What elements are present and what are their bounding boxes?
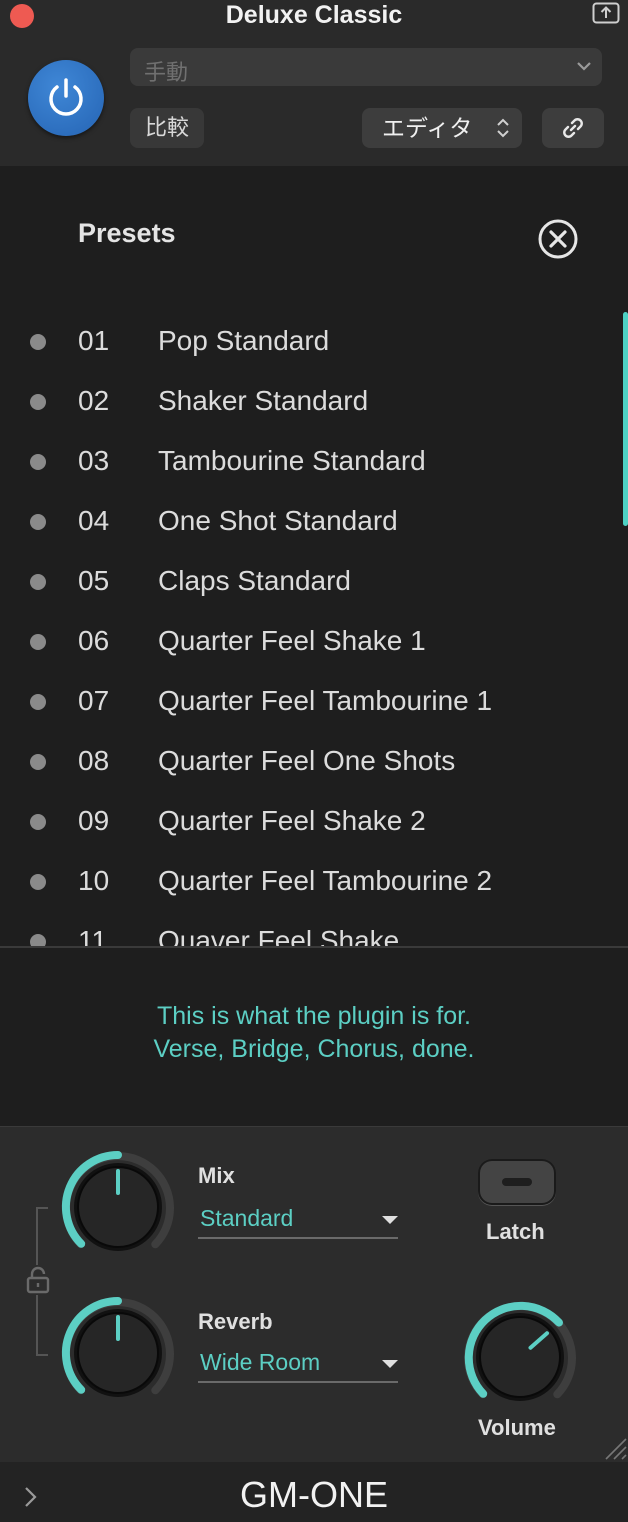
preset-name: One Shot Standard: [158, 505, 398, 536]
preset-dot: [30, 874, 46, 890]
preset-name: Claps Standard: [158, 565, 352, 596]
preset-number: 02: [78, 385, 110, 416]
view-selector-value: エディタ: [382, 115, 473, 141]
up-down-chevron-icon: [497, 118, 509, 138]
dropdown-triangle-icon: [382, 1216, 398, 1224]
link-icon: [563, 118, 583, 138]
preset-item[interactable]: 04 One Shot Standard: [0, 492, 628, 552]
preset-item[interactable]: 03 Tambourine Standard: [0, 432, 628, 492]
preset-dot: [30, 454, 46, 470]
presets-panel: Presets 01 Pop Standard 02 Shaker Standa…: [0, 166, 628, 946]
lock-icon[interactable]: [24, 1265, 52, 1295]
preset-dot: [30, 814, 46, 830]
preset-number: 01: [78, 325, 110, 356]
preset-name: Quarter Feel Tambourine 2: [158, 865, 493, 896]
mix-dropdown[interactable]: Standard: [198, 1201, 398, 1239]
preset-number: 03: [78, 445, 110, 476]
plugin-header: Deluxe Classic 手動 比較 エディタ: [0, 0, 628, 166]
preset-item[interactable]: 02 Shaker Standard: [0, 372, 628, 432]
plugin-description: This is what the plugin is for. Verse, B…: [0, 1000, 628, 1066]
power-button[interactable]: [28, 60, 104, 136]
preset-name: Quarter Feel Shake 1: [158, 625, 426, 656]
link-button[interactable]: [542, 108, 604, 148]
compare-button[interactable]: 比較: [130, 108, 204, 148]
window-title: Deluxe Classic: [225, 1, 403, 29]
preset-dot: [30, 394, 46, 410]
preset-name: Pop Standard: [158, 325, 330, 356]
plugin-footer: GM-ONE: [0, 1462, 628, 1522]
controls-panel: Mix Standard Reverb Wide Room Latch Volu…: [0, 1126, 628, 1463]
preset-dot: [30, 334, 46, 350]
latch-button[interactable]: [478, 1159, 556, 1205]
preset-dot: [30, 574, 46, 590]
preset-dot: [30, 634, 46, 650]
dropdown-triangle-icon: [382, 1360, 398, 1368]
preset-name: Quarter Feel Tambourine 1: [158, 685, 493, 716]
preset-name: Tambourine Standard: [158, 445, 426, 476]
mix-knob[interactable]: [56, 1145, 180, 1269]
preset-item[interactable]: 11 Quaver Feel Shake: [0, 912, 628, 946]
description-line-1: This is what the plugin is for.: [156, 1002, 472, 1030]
preset-selector-value: 手動: [144, 60, 189, 85]
preset-item[interactable]: 06 Quarter Feel Shake 1: [0, 612, 628, 672]
preset-number: 05: [78, 565, 110, 596]
preset-dot: [30, 934, 46, 946]
power-icon: [49, 78, 83, 116]
resize-grip-icon[interactable]: [604, 1431, 628, 1461]
preset-dot: [30, 514, 46, 530]
preset-item[interactable]: 08 Quarter Feel One Shots: [0, 732, 628, 792]
preset-number: 09: [78, 805, 110, 836]
description-line-2: Verse, Bridge, Chorus, done.: [153, 1035, 475, 1063]
preset-item[interactable]: 09 Quarter Feel Shake 2: [0, 792, 628, 852]
close-presets-button[interactable]: [537, 218, 579, 260]
view-selector[interactable]: エディタ: [362, 108, 522, 148]
preset-list-scrollbar[interactable]: [623, 312, 628, 526]
preset-number: 06: [78, 625, 110, 656]
mix-label: Mix: [198, 1163, 235, 1188]
preset-name: Quarter Feel Shake 2: [158, 805, 426, 836]
preset-selector[interactable]: 手動: [130, 48, 602, 86]
preset-number: 11: [78, 925, 108, 946]
export-icon[interactable]: [592, 2, 620, 24]
preset-name: Shaker Standard: [158, 385, 369, 416]
section-divider: [0, 946, 628, 948]
preset-dot: [30, 754, 46, 770]
preset-name: Quarter Feel One Shots: [158, 745, 456, 776]
preset-name: Quaver Feel Shake: [158, 925, 400, 946]
latch-indicator: [502, 1178, 532, 1186]
preset-list: 01 Pop Standard 02 Shaker Standard 03 Ta…: [0, 312, 628, 946]
preset-item[interactable]: 01 Pop Standard: [0, 312, 628, 372]
volume-knob[interactable]: [458, 1295, 582, 1419]
reverb-knob[interactable]: [56, 1291, 180, 1415]
presets-title: Presets: [78, 218, 176, 248]
latch-label: Latch: [486, 1219, 545, 1244]
preset-number: 08: [78, 745, 110, 776]
volume-label: Volume: [478, 1415, 556, 1440]
plugin-name: GM-ONE: [240, 1474, 388, 1515]
preset-number: 04: [78, 505, 110, 536]
preset-item[interactable]: 05 Claps Standard: [0, 552, 628, 612]
mix-dropdown-value: Standard: [200, 1205, 294, 1231]
reverb-label: Reverb: [198, 1309, 273, 1334]
reverb-dropdown-value: Wide Room: [200, 1349, 321, 1375]
preset-number: 07: [78, 685, 110, 716]
preset-number: 10: [78, 865, 110, 896]
close-circle-icon: [538, 219, 578, 259]
chevron-down-icon: [577, 62, 591, 71]
preset-dot: [30, 694, 46, 710]
preset-item[interactable]: 07 Quarter Feel Tambourine 1: [0, 672, 628, 732]
reverb-dropdown[interactable]: Wide Room: [198, 1345, 398, 1383]
preset-item[interactable]: 10 Quarter Feel Tambourine 2: [0, 852, 628, 912]
